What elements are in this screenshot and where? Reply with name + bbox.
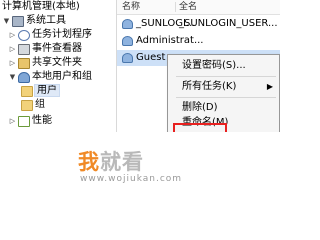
performance-icon [18, 115, 30, 127]
menu-item-label: 删除(D) [182, 102, 218, 113]
tree-item-groups[interactable]: 组 [20, 98, 45, 112]
tree-item-label: 本地用户和组 [32, 71, 92, 82]
list-row-administrator[interactable]: Administrat... [117, 33, 280, 49]
window-title: 计算机管理(本地) [2, 1, 80, 12]
watermark-logo: 我就看 [78, 146, 144, 176]
tree-item-performance[interactable]: ▷ 性能 [8, 114, 52, 128]
menu-separator [176, 97, 276, 98]
list-header: 名称 全名 [117, 0, 280, 15]
menu-separator [176, 76, 276, 77]
tree-item-label: 组 [35, 99, 45, 110]
expand-icon[interactable]: ▷ [8, 59, 17, 68]
column-divider[interactable] [175, 2, 176, 12]
navigation-tree: ▼ 系统工具 ▷ 任务计划程序 ▷ 事件查看器 ▷ 共享文件夹 ▼ 本地用户和组 用户 组… [0, 14, 115, 132]
menu-item-label: 所有任务(K) [182, 81, 237, 92]
column-header-name[interactable]: 名称 [122, 0, 140, 14]
expand-icon[interactable]: ▷ [8, 117, 17, 126]
list-row-sunlogin[interactable]: _SUNLOGI... _SUNLOGIN_USER... [117, 16, 280, 32]
menu-item-label: 设置密码(S)... [182, 60, 246, 71]
watermark-rest: 就看 [100, 150, 144, 174]
tree-item-label: 系统工具 [26, 15, 66, 26]
computer-management-window: 计算机管理(本地) ▼ 系统工具 ▷ 任务计划程序 ▷ 事件查看器 ▷ 共享文件夹 ▼ 本… [0, 0, 280, 204]
tree-item-event-viewer[interactable]: ▷ 事件查看器 [8, 42, 82, 56]
menu-item-delete[interactable]: 删除(D) [168, 101, 280, 115]
menu-item-set-password[interactable]: 设置密码(S)... [168, 59, 280, 73]
tree-item-shared-folders[interactable]: ▷ 共享文件夹 [8, 56, 82, 70]
tree-item-users[interactable]: 用户 [20, 84, 60, 98]
shared-folder-icon [18, 57, 30, 69]
tree-item-task-scheduler[interactable]: ▷ 任务计划程序 [8, 28, 92, 42]
event-viewer-icon [18, 43, 30, 55]
watermark-first-char: 我 [78, 150, 100, 174]
expand-icon[interactable]: ▷ [8, 45, 17, 54]
tree-item-system-tools[interactable]: ▼ 系统工具 [2, 14, 66, 28]
collapse-icon[interactable]: ▼ [2, 17, 11, 26]
collapse-icon[interactable]: ▼ [8, 73, 17, 82]
expand-icon[interactable]: ▷ [8, 31, 17, 40]
users-icon [18, 71, 30, 83]
folder-icon [21, 99, 33, 111]
user-name: Guest [136, 52, 166, 63]
user-icon [122, 36, 133, 46]
tree-item-label: 任务计划程序 [32, 29, 92, 40]
context-menu: 设置密码(S)... 所有任务(K) ▶ 删除(D) 重命名(M) [167, 54, 280, 134]
user-icon [122, 53, 133, 63]
tree-item-label: 用户 [34, 84, 60, 97]
tree-item-label: 事件查看器 [32, 43, 82, 54]
column-header-fullname[interactable]: 全名 [179, 0, 197, 14]
menu-item-all-tasks[interactable]: 所有任务(K) ▶ [168, 80, 280, 94]
system-tools-icon [12, 15, 24, 27]
user-icon [122, 19, 133, 29]
user-name: Administrat... [136, 35, 204, 46]
clock-icon [18, 29, 30, 41]
watermark-url: www.wojiukan.com [80, 174, 183, 184]
tree-item-local-users-groups[interactable]: ▼ 本地用户和组 [8, 70, 92, 84]
tree-item-label: 性能 [32, 115, 52, 126]
folder-icon [21, 85, 33, 97]
submenu-arrow-icon: ▶ [266, 82, 273, 91]
user-fullname: _SUNLOGIN_USER... [179, 18, 278, 29]
tree-item-label: 共享文件夹 [32, 57, 82, 68]
